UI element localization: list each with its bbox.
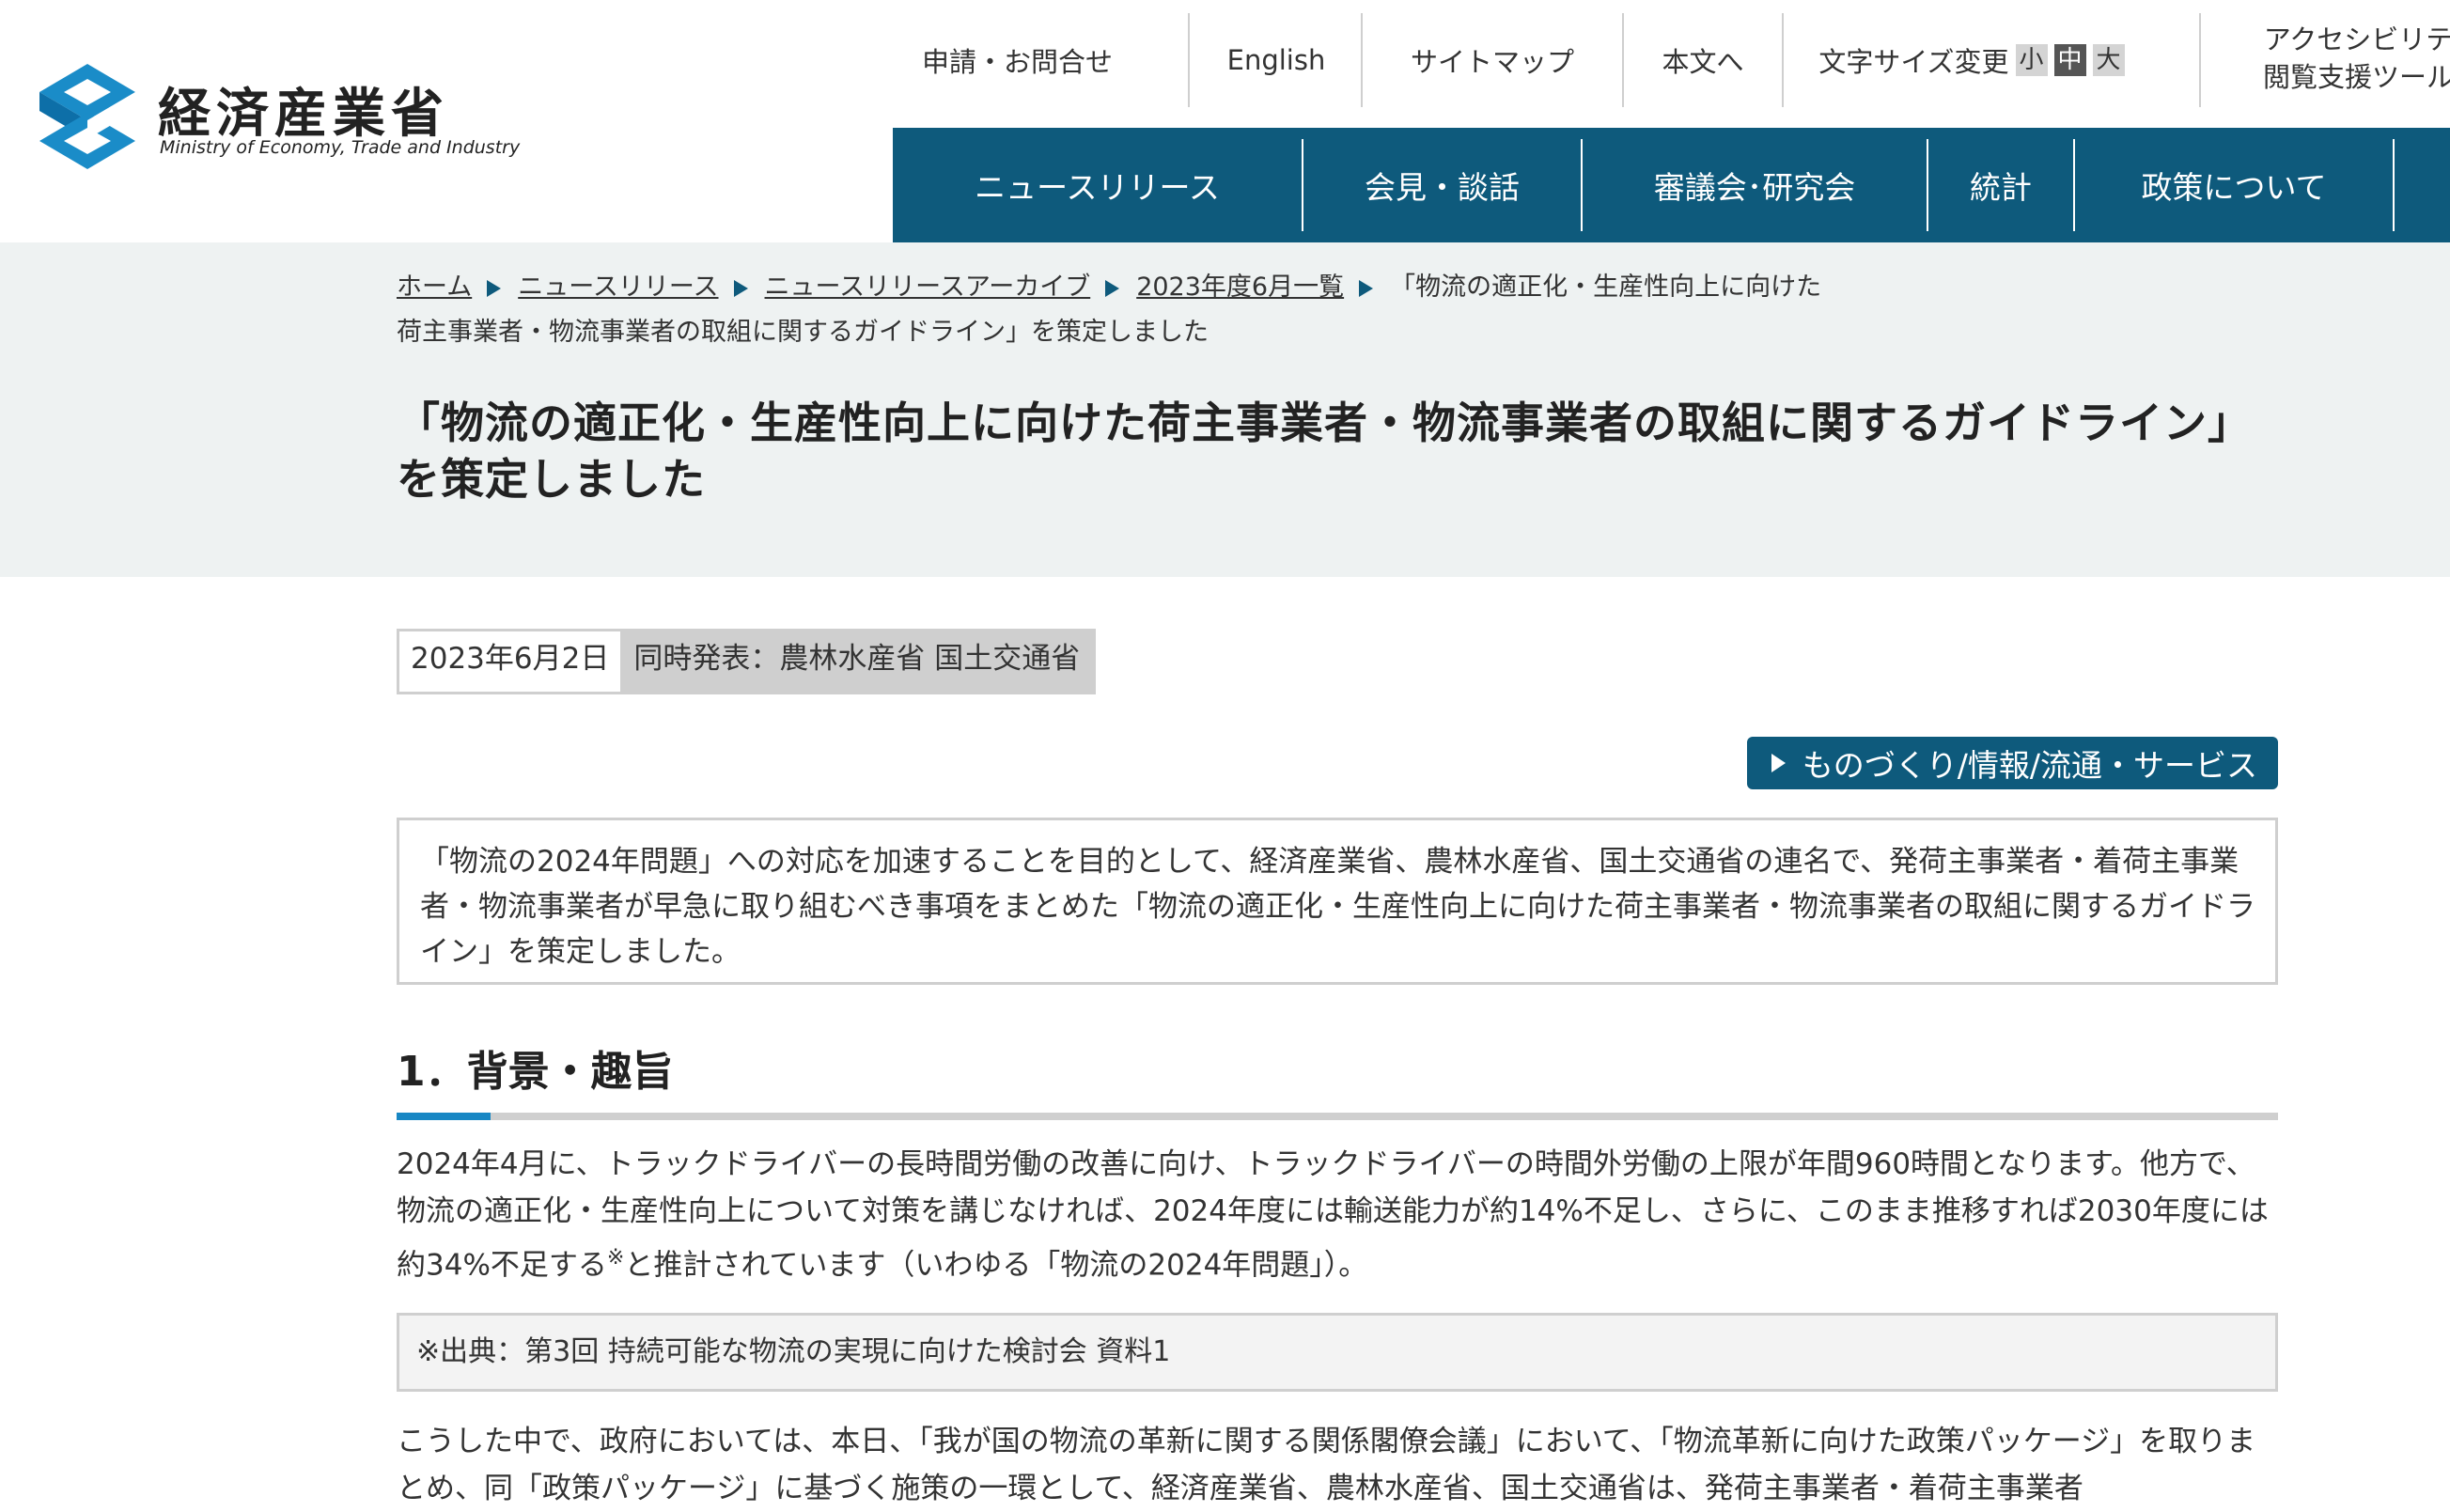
heading-underline [397,1113,2278,1120]
utility-nav: 申請・お問合せ English サイトマップ 本文へ 文字サイズ変更 小 中 大… [902,13,2450,107]
summary-box: 「物流の2024年問題」への対応を加速することを目的として、経済産業省、農林水産… [397,818,2278,985]
category-tag-label: ものづくり/情報/流通・サービス [1802,747,2257,784]
meti-logo-mark-icon [39,64,135,169]
nav-councils[interactable]: 審議会･研究会 [1583,128,1927,242]
breadcrumb-current-line2: 荷主事業者・物流事業者の取組に関するガイドライン」を策定しました [397,318,1209,347]
skip-to-content-link[interactable]: 本文へ [1624,13,1782,107]
global-nav: ニュースリリース 会見・談話 審議会･研究会 統計 政策について [893,128,2450,242]
play-arrow-icon [1771,754,1786,772]
logo-english-name: Ministry of Economy, Trade and Industry [160,137,521,158]
font-size-control: 文字サイズ変更 小 中 大 [1784,13,2160,107]
accessibility-tool-link[interactable]: アクセシビリテ 閲覧支援ツール [2263,21,2450,96]
font-size-large-button[interactable]: 大 [2092,44,2125,76]
contact-link[interactable]: 申請・お問合せ [902,13,1132,107]
background-paragraph-part2: と推計されています（いわゆる「物流の2024年問題」）。 [624,1248,1368,1283]
breadcrumb-arrow-icon [1105,279,1120,297]
section-heading-text: 1．背景・趣旨 [397,1048,674,1096]
sitemap-link[interactable]: サイトマップ [1363,13,1622,107]
breadcrumb-news-release[interactable]: ニュースリリース [518,273,718,302]
release-meta: 2023年6月2日 同時発表：農林水産省 国土交通省 [397,629,1097,694]
breadcrumb-arrow-icon [733,279,748,297]
site-header: 経済産業省 Ministry of Economy, Trade and Ind… [0,0,2450,242]
accessibility-label-line1: アクセシビリテ [2263,23,2450,55]
font-size-small-button[interactable]: 小 [2015,44,2048,76]
nav-divider [2393,139,2395,231]
joint-release: 同時発表：農林水産省 国土交通省 [620,631,1094,692]
breadcrumb-current-line1: 「物流の適正化・生産性向上に向けた [1390,273,1822,302]
meti-logo[interactable]: 経済産業省 Ministry of Economy, Trade and Ind… [36,60,520,182]
source-note: ※出典：第3回 持続可能な物流の実現に向けた検討会 資料1 [397,1313,2278,1392]
section-heading: 1．背景・趣旨 [397,1030,2278,1120]
footnote-mark: ※ [606,1246,625,1270]
release-date: 2023年6月2日 [399,631,621,692]
heading-underline-accent [397,1113,491,1120]
nav-press-conference[interactable]: 会見・談話 [1303,128,1581,242]
english-link[interactable]: English [1190,13,1363,107]
breadcrumb: ホーム ニュースリリース ニュースリリースアーカイブ 2023年度6月一覧 「物流の適正… [397,265,1900,355]
background-paragraph: 2024年4月に、トラックドライバーの長時間労働の改善に向け、トラックドライバー… [397,1141,2278,1288]
breadcrumb-home[interactable]: ホーム [397,273,472,302]
utility-divider [2199,13,2201,107]
breadcrumb-arrow-icon [487,279,502,297]
nav-statistics[interactable]: 統計 [1928,128,2073,242]
nav-news-release[interactable]: ニュースリリース [893,128,1302,242]
nav-policy[interactable]: 政策について [2075,128,2393,242]
policy-paragraph: こうした中で、政府においては、本日、「我が国の物流の革新に関する関係閣僚会議」に… [397,1425,2256,1505]
breadcrumb-month[interactable]: 2023年度6月一覧 [1136,273,1344,302]
font-size-medium-button[interactable]: 中 [2053,44,2086,76]
accessibility-label-line2: 閲覧支援ツール [2263,61,2450,93]
logo-japanese-name: 経済産業省 [158,84,449,145]
font-size-label: 文字サイズ変更 [1818,46,2009,78]
category-tag[interactable]: ものづくり/情報/流通・サービス [1746,737,2278,789]
page-title: 「物流の適正化・生産性向上に向けた荷主事業者・物流事業者の取組に関するガイドライ… [397,397,2252,505]
breadcrumb-archive[interactable]: ニュースリリースアーカイブ [765,273,1091,302]
breadcrumb-arrow-icon [1359,279,1374,297]
